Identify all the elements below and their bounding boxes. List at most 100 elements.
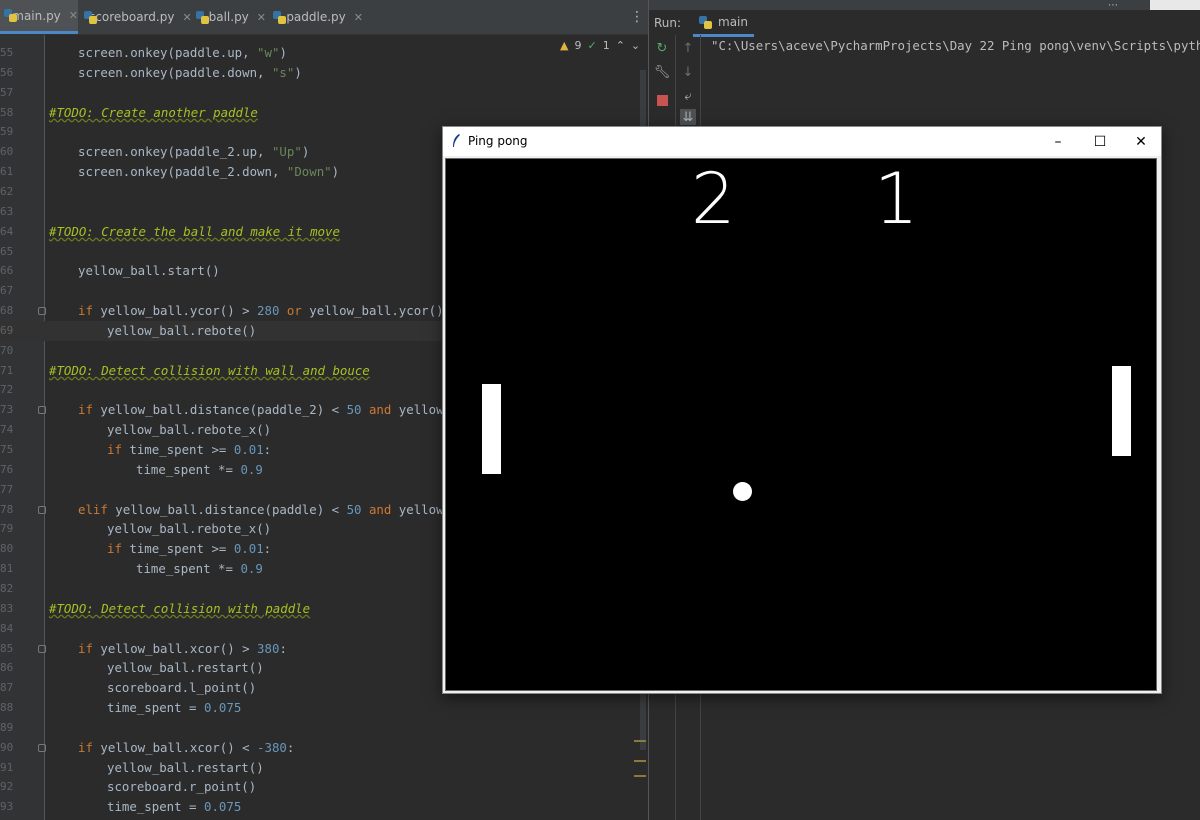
close-button[interactable]: ✕ bbox=[1121, 127, 1161, 156]
line-number: 56 bbox=[0, 65, 14, 79]
code-text: if yellow_ball.distance(paddle_2) < 50 a… bbox=[78, 402, 459, 418]
line-number: 75 bbox=[0, 443, 14, 456]
tab-label: paddle.py bbox=[286, 10, 346, 24]
line-number: 67 bbox=[0, 284, 14, 298]
weak-warning-count: 1 bbox=[602, 39, 610, 52]
code-line[interactable]: 88 time_spent = 0.075 bbox=[0, 698, 648, 718]
code-text: screen.onkey(paddle.up, "w") bbox=[78, 45, 287, 60]
code-text: time_spent *= 0.9 bbox=[136, 561, 263, 577]
scroll-marker bbox=[634, 760, 646, 762]
code-text: if yellow_ball.xcor() < -380: bbox=[78, 739, 295, 755]
close-icon[interactable]: ✕ bbox=[182, 11, 191, 24]
line-number: 59 bbox=[0, 125, 14, 139]
arrow-down-icon[interactable]: ↓ bbox=[680, 64, 696, 80]
code-text: yellow_ball.restart() bbox=[107, 759, 264, 775]
code-line[interactable]: 93 time_spent = 0.075 bbox=[0, 797, 648, 817]
soft-wrap-icon[interactable]: ⤶ bbox=[680, 88, 696, 104]
window-title-bar[interactable]: Ping pong – ☐ ✕ bbox=[443, 127, 1161, 156]
line-number: 66 bbox=[0, 264, 14, 278]
line-number: 76 bbox=[0, 462, 14, 476]
console-output: "C:\Users\aceve\PycharmProjects\Day 22 P… bbox=[711, 38, 1200, 53]
line-number: 58 bbox=[0, 105, 14, 119]
tab-main-py[interactable]: main.py ✕ bbox=[0, 0, 78, 34]
line-number: 60 bbox=[0, 145, 14, 159]
code-line[interactable]: 58 #TODO: Create another paddle bbox=[0, 103, 648, 123]
code-line[interactable]: 57 bbox=[0, 83, 648, 103]
line-number: 61 bbox=[0, 165, 14, 179]
tab-menu-icon[interactable]: ⋮ bbox=[630, 9, 644, 25]
code-text: scoreboard.l_point() bbox=[107, 680, 257, 696]
run-label: Run: bbox=[654, 16, 682, 30]
code-line[interactable]: 92 scoreboard.r_point() bbox=[0, 777, 648, 797]
line-number: 77 bbox=[0, 482, 14, 496]
window-title: Ping pong bbox=[468, 134, 528, 148]
line-number: 90 bbox=[0, 740, 14, 754]
run-tab-label: main bbox=[718, 15, 748, 29]
wrench-icon[interactable]: 🔧︎ bbox=[654, 64, 671, 80]
python-file-icon bbox=[196, 10, 209, 24]
scroll-marker bbox=[634, 775, 646, 777]
stop-icon[interactable] bbox=[654, 92, 670, 108]
score-left: 2 bbox=[691, 158, 736, 240]
code-text: if time_spent >= 0.01: bbox=[107, 541, 272, 557]
line-number: 57 bbox=[0, 85, 14, 99]
scroll-marker bbox=[634, 740, 646, 742]
tab-scoreboard-py[interactable]: scoreboard.py ✕ bbox=[84, 0, 192, 34]
tab-label: scoreboard.py bbox=[89, 10, 175, 24]
arrow-up-icon[interactable]: ↑ bbox=[680, 40, 696, 56]
fold-icon[interactable] bbox=[38, 505, 46, 514]
code-text: time_spent = 0.075 bbox=[107, 799, 242, 815]
tab-paddle-py[interactable]: paddle.py ✕ bbox=[273, 0, 363, 34]
line-number: 73 bbox=[0, 403, 14, 417]
code-line[interactable]: 91 yellow_ball.restart() bbox=[0, 758, 648, 778]
fold-icon[interactable] bbox=[38, 644, 46, 653]
scroll-to-end-icon[interactable]: ⇊ bbox=[680, 109, 696, 125]
chevron-down-icon[interactable]: ⌄ bbox=[631, 39, 640, 52]
code-line[interactable]: 55 screen.onkey(paddle.up, "w") bbox=[0, 43, 648, 63]
code-text: yellow_ball.rebote() bbox=[107, 322, 257, 338]
line-number: 79 bbox=[0, 522, 14, 536]
tab-ball-py[interactable]: ball.py ✕ bbox=[196, 0, 266, 34]
line-number: 74 bbox=[0, 423, 14, 437]
line-number: 65 bbox=[0, 244, 14, 258]
line-number: 80 bbox=[0, 542, 14, 556]
code-line[interactable]: 89 bbox=[0, 718, 648, 738]
rerun-icon[interactable]: ↻ bbox=[654, 40, 670, 56]
inspection-widget[interactable]: ▲ 9 ✓ 1 ⌃ ⌄ bbox=[560, 39, 640, 52]
maximize-button[interactable]: ☐ bbox=[1080, 127, 1120, 156]
chevron-up-icon[interactable]: ⌃ bbox=[616, 39, 625, 52]
close-icon[interactable]: ✕ bbox=[354, 11, 363, 24]
feather-icon bbox=[453, 134, 460, 147]
line-number: 84 bbox=[0, 621, 14, 635]
line-number: 72 bbox=[0, 383, 14, 397]
code-text: yellow_ball.restart() bbox=[107, 660, 264, 676]
run-tab-main[interactable]: main bbox=[693, 10, 754, 37]
line-number: 91 bbox=[0, 760, 14, 774]
code-line[interactable]: 90 if yellow_ball.xcor() < -380: bbox=[0, 738, 648, 758]
ping-pong-window[interactable]: Ping pong – ☐ ✕ 2 1 bbox=[442, 126, 1162, 694]
code-text: if yellow_ball.ycor() > 280 or yellow_ba… bbox=[78, 303, 459, 319]
line-number: 63 bbox=[0, 204, 14, 218]
code-text: time_spent *= 0.9 bbox=[136, 461, 263, 477]
code-text: elif yellow_ball.distance(paddle) < 50 a… bbox=[78, 501, 459, 517]
game-canvas[interactable]: 2 1 bbox=[445, 158, 1157, 691]
window-strip bbox=[1150, 0, 1200, 10]
fold-icon[interactable] bbox=[38, 307, 46, 316]
left-paddle bbox=[482, 384, 501, 474]
line-number: 83 bbox=[0, 601, 14, 615]
code-line[interactable]: 56 screen.onkey(paddle.down, "s") bbox=[0, 63, 648, 83]
warning-count: 9 bbox=[574, 39, 582, 52]
fold-icon[interactable] bbox=[38, 406, 46, 415]
fold-icon[interactable] bbox=[38, 743, 46, 752]
line-number: 87 bbox=[0, 681, 14, 695]
minimize-button[interactable]: – bbox=[1038, 127, 1078, 156]
close-icon[interactable]: ✕ bbox=[69, 9, 78, 22]
run-tool-header: Run: main bbox=[649, 10, 1200, 37]
line-number: 82 bbox=[0, 581, 14, 595]
python-file-icon bbox=[273, 10, 287, 24]
code-text: #TODO: Detect collision with wall and bo… bbox=[49, 362, 370, 378]
close-icon[interactable]: ✕ bbox=[257, 11, 266, 24]
code-text: scoreboard.r_point() bbox=[107, 779, 257, 795]
line-number: 64 bbox=[0, 224, 14, 238]
more-icon[interactable]: ⋯ bbox=[1108, 0, 1124, 11]
